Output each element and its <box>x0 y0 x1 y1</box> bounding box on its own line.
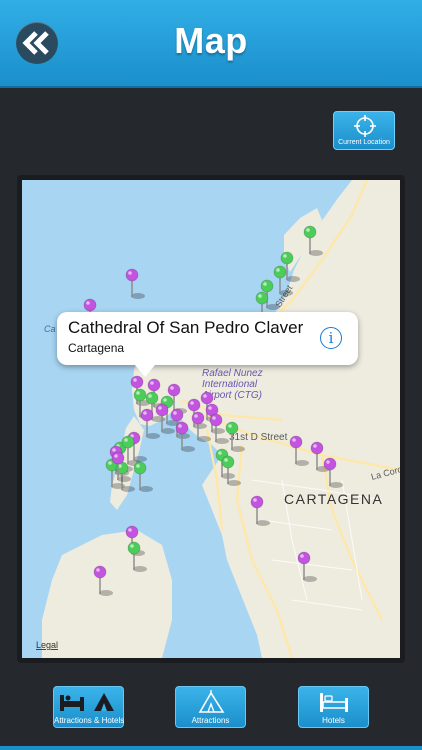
svg-text:International: International <box>202 379 258 390</box>
callout-title: Cathedral Of San Pedro Claver <box>68 318 304 337</box>
info-icon[interactable]: i <box>320 327 342 349</box>
bed-and-tent-icon <box>60 693 114 711</box>
callout-subtitle: Cartagena <box>68 341 125 355</box>
tab-hotels[interactable]: Hotels <box>298 686 369 728</box>
map-callout[interactable]: Cathedral Of San Pedro Claver Cartagena … <box>57 312 358 377</box>
legal-link[interactable]: Legal <box>36 640 58 650</box>
tab-attractions[interactable]: Attractions <box>175 686 246 728</box>
street-label: 31st D Street <box>229 432 288 443</box>
city-label: CARTAGENA <box>284 491 383 507</box>
bay-label: Ca <box>44 324 56 334</box>
bed-icon <box>320 693 348 712</box>
bottom-accent-bar <box>0 746 422 750</box>
tent-icon <box>198 690 225 713</box>
current-location-button[interactable]: Current Location <box>333 111 395 150</box>
tab-attractions-hotels-label: Attractions & Hotels <box>54 716 125 725</box>
map-view[interactable]: 31st D Street Street La Cord CARTAGENA R… <box>17 175 405 663</box>
app-header: Map <box>0 0 422 88</box>
crosshair-icon <box>354 115 376 137</box>
svg-text:Rafael Nunez: Rafael Nunez <box>202 368 263 379</box>
tab-attractions-label: Attractions <box>191 716 230 725</box>
tab-attractions-hotels[interactable]: Attractions & Hotels <box>53 686 124 728</box>
page-title: Map <box>174 20 248 61</box>
tab-hotels-label: Hotels <box>322 716 345 725</box>
current-location-label: Current Location <box>338 139 390 146</box>
